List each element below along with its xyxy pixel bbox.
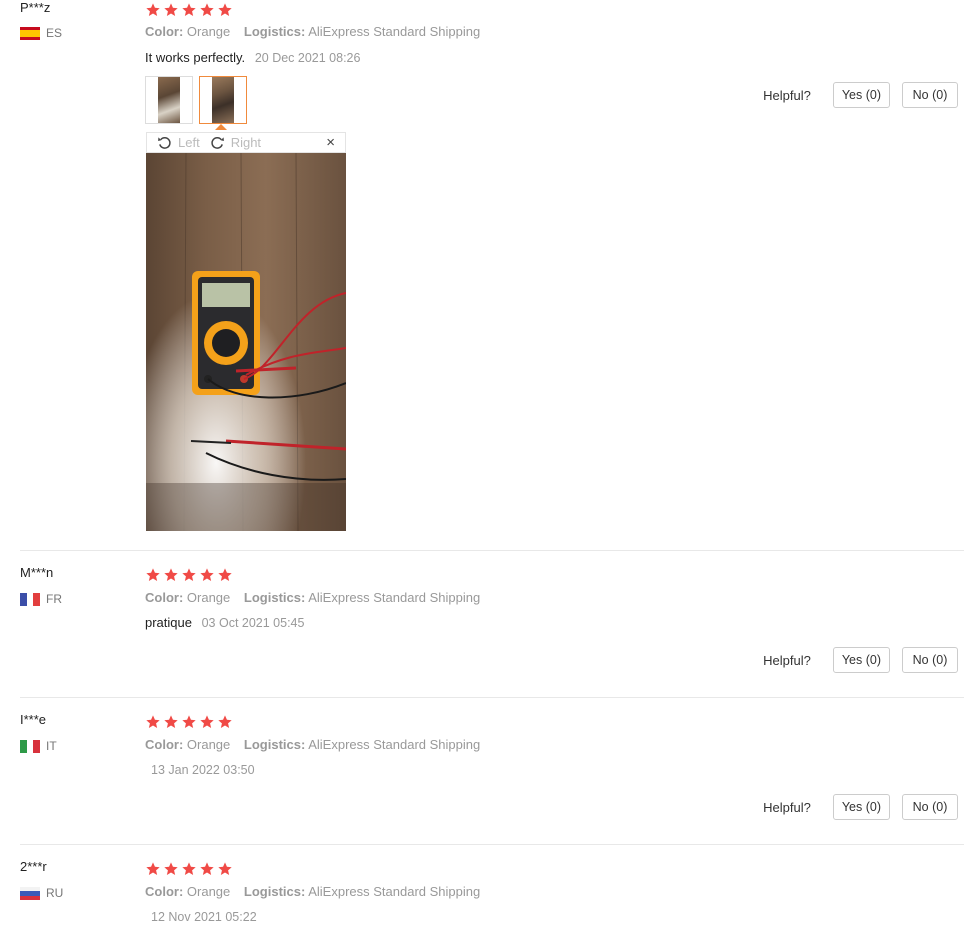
logistics-value: AliExpress Standard Shipping	[308, 884, 481, 899]
logistics-value: AliExpress Standard Shipping	[308, 590, 481, 605]
star-rating	[145, 2, 233, 18]
helpful-yes-button[interactable]: Yes (0)	[832, 794, 890, 820]
logistics-key: Logistics:	[243, 24, 306, 39]
reviewer-name: 2***r	[20, 859, 47, 874]
review-date: 20 Dec 2021 08:26	[254, 51, 361, 65]
order-attributes: Color: Orange Logistics: AliExpress Stan…	[145, 24, 490, 39]
logistics-key: Logistics:	[243, 884, 306, 899]
helpful-no-button[interactable]: No (0)	[902, 82, 958, 108]
review-divider	[20, 550, 964, 551]
review-photo-large	[146, 153, 346, 531]
logistics-key: Logistics:	[243, 590, 306, 605]
helpful-label: Helpful?	[763, 87, 811, 103]
star-icon	[164, 862, 178, 875]
helpful-no-button[interactable]: No (0)	[902, 647, 958, 673]
star-icon	[200, 862, 214, 875]
star-icon	[164, 568, 178, 581]
color-key: Color:	[145, 590, 184, 605]
flag-es-icon	[20, 26, 40, 40]
close-icon[interactable]: ×	[326, 134, 335, 151]
reviewer-country: ES	[20, 26, 62, 40]
order-attributes: Color: Orange Logistics: AliExpress Stan…	[145, 737, 490, 752]
rotate-right-icon	[211, 137, 224, 149]
star-rating	[145, 567, 233, 583]
helpful-votes: Helpful? Yes (0) No (0)	[763, 82, 958, 108]
color-value: Orange	[186, 590, 231, 605]
reviewer-country: FR	[20, 592, 62, 606]
star-icon	[218, 568, 232, 581]
logistics-value: AliExpress Standard Shipping	[308, 24, 481, 39]
star-icon	[146, 568, 160, 581]
reviewer-name: P***z	[20, 0, 51, 15]
review-content: pratique 03 Oct 2021 05:45	[145, 615, 304, 630]
country-code: RU	[46, 886, 64, 900]
multimeter-photo	[146, 153, 346, 531]
review-divider	[20, 844, 964, 845]
star-icon	[164, 715, 178, 728]
review-content: 13 Jan 2022 03:50	[145, 762, 255, 777]
photo-viewer-toolbar: Left Right ×	[146, 132, 346, 153]
color-key: Color:	[145, 884, 184, 899]
helpful-votes: Helpful? Yes (0) No (0)	[763, 794, 958, 820]
flag-fr-icon	[20, 592, 40, 606]
helpful-no-button[interactable]: No (0)	[902, 794, 958, 820]
review-photo-thumbnails	[145, 76, 247, 124]
color-value: Orange	[186, 737, 231, 752]
review-divider	[20, 697, 964, 698]
star-icon	[200, 715, 214, 728]
rotate-left-label: Left	[178, 135, 200, 150]
helpful-label: Helpful?	[763, 799, 811, 815]
order-attributes: Color: Orange Logistics: AliExpress Stan…	[145, 590, 490, 605]
reviewer-country: IT	[20, 739, 57, 753]
star-icon	[164, 3, 178, 16]
flag-it-icon	[20, 739, 40, 753]
order-attributes: Color: Orange Logistics: AliExpress Stan…	[145, 884, 490, 899]
star-icon	[182, 715, 196, 728]
country-code: FR	[46, 592, 62, 606]
review-text: It works perfectly.	[145, 50, 246, 65]
star-icon	[182, 3, 196, 16]
reviewer-name: I***e	[20, 712, 47, 727]
photo-thumbnail[interactable]	[145, 76, 193, 124]
star-icon	[218, 3, 232, 16]
star-icon	[218, 862, 232, 875]
review-content: 12 Nov 2021 05:22	[145, 909, 257, 924]
color-value: Orange	[186, 24, 231, 39]
star-icon	[146, 862, 160, 875]
reviewer-name: M***n	[20, 565, 54, 580]
rotate-left-button[interactable]: Left	[157, 135, 200, 150]
review-date: 03 Oct 2021 05:45	[201, 616, 305, 630]
color-key: Color:	[145, 737, 184, 752]
rotate-right-label: Right	[230, 135, 262, 150]
review-text: pratique	[145, 615, 192, 630]
review-date: 12 Nov 2021 05:22	[151, 910, 257, 924]
star-rating	[145, 714, 233, 730]
rotate-left-icon	[158, 137, 171, 149]
color-key: Color:	[145, 24, 184, 39]
helpful-label: Helpful?	[763, 652, 811, 668]
star-icon	[200, 3, 214, 16]
review-content: It works perfectly. 20 Dec 2021 08:26	[145, 50, 360, 65]
star-icon	[182, 568, 196, 581]
country-code: IT	[46, 739, 57, 753]
color-value: Orange	[186, 884, 231, 899]
helpful-votes: Helpful? Yes (0) No (0)	[763, 647, 958, 673]
star-rating	[145, 861, 233, 877]
star-icon	[146, 3, 160, 16]
photo-thumbnail-active[interactable]	[199, 76, 247, 124]
star-icon	[182, 862, 196, 875]
logistics-key: Logistics:	[243, 737, 306, 752]
star-icon	[146, 715, 160, 728]
country-code: ES	[46, 26, 63, 40]
star-icon	[200, 568, 214, 581]
helpful-yes-button[interactable]: Yes (0)	[832, 647, 890, 673]
review-date: 13 Jan 2022 03:50	[151, 763, 255, 777]
logistics-value: AliExpress Standard Shipping	[308, 737, 481, 752]
active-thumbnail-pointer	[215, 124, 227, 130]
rotate-right-button[interactable]: Right	[210, 135, 261, 150]
star-icon	[218, 715, 232, 728]
reviewer-country: RU	[20, 886, 63, 900]
flag-ru-icon	[20, 886, 40, 900]
helpful-yes-button[interactable]: Yes (0)	[832, 82, 890, 108]
